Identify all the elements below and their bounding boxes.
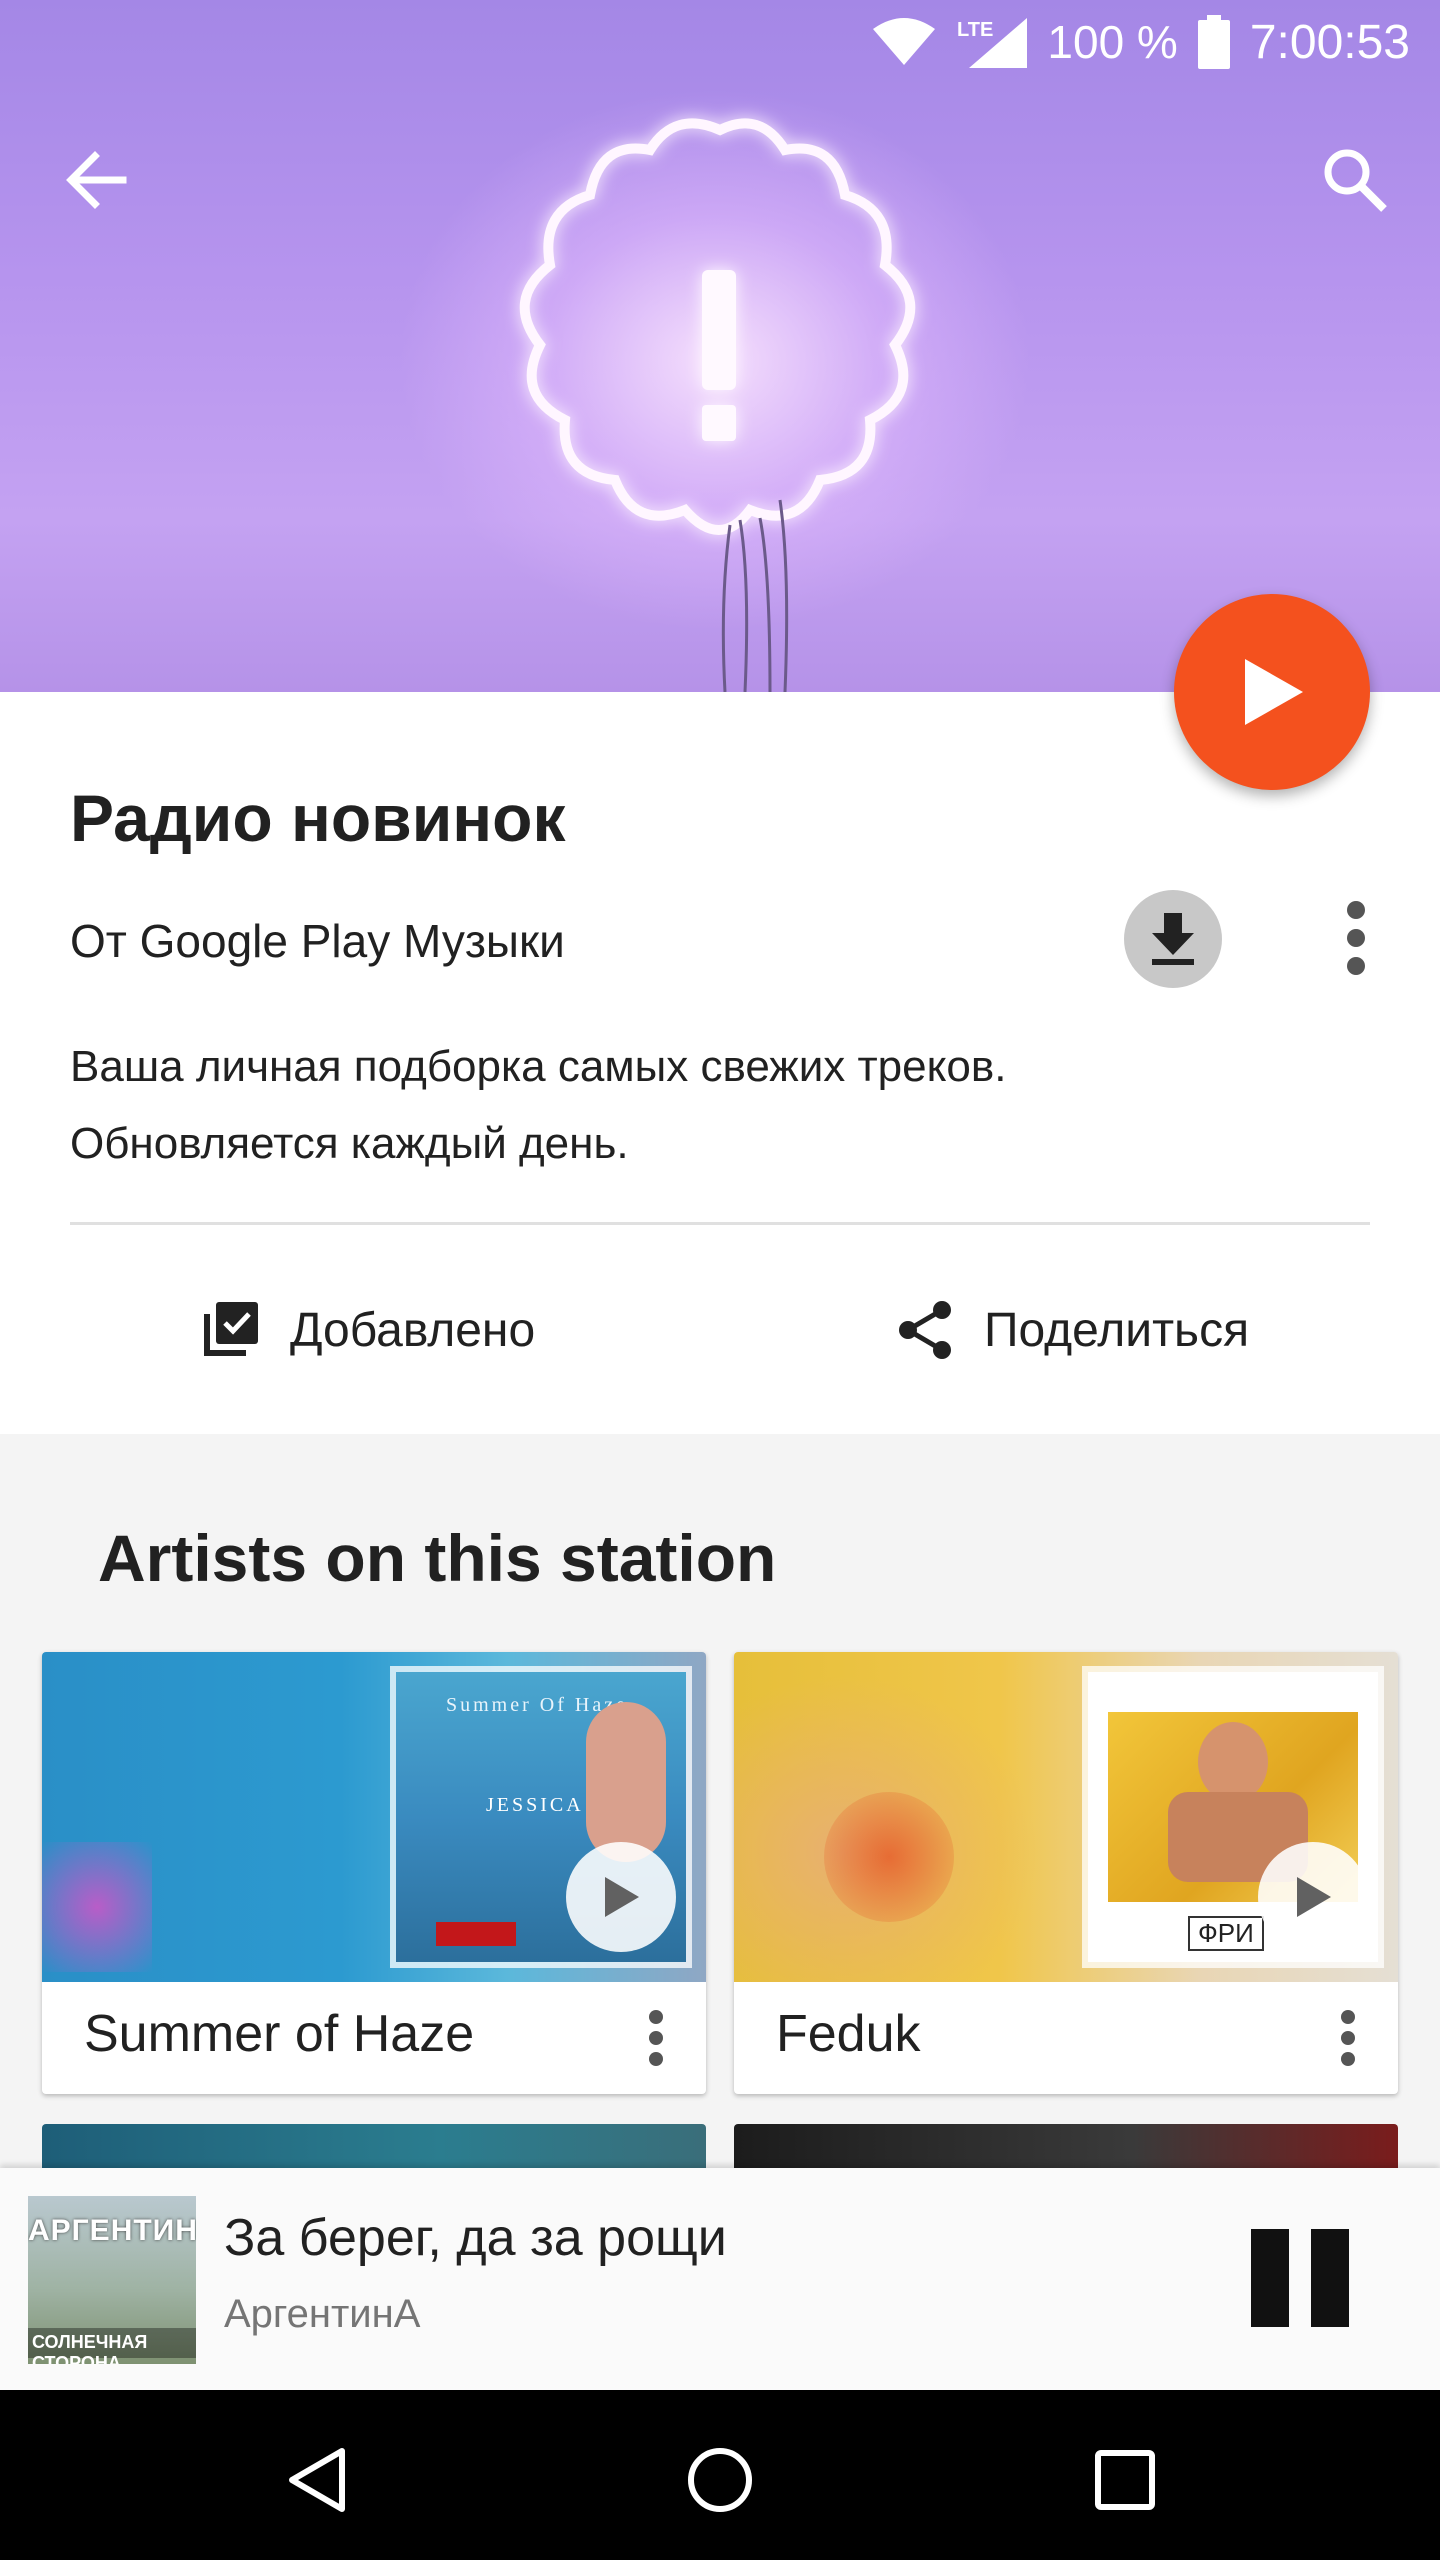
- artist-name: Summer of Haze: [84, 2005, 475, 2063]
- nav-recents-icon: [1095, 2450, 1155, 2510]
- added-to-library-button[interactable]: Добавлено: [200, 1288, 535, 1372]
- share-icon: [899, 1301, 951, 1359]
- play-artist-button[interactable]: [566, 1842, 676, 1952]
- artist-card[interactable]: ФРИ Feduk: [734, 1652, 1398, 2094]
- nav-home-icon: [688, 2448, 752, 2512]
- neon-exclamation-art: [519, 118, 916, 692]
- status-bar: LTE 100 % 7:00:53: [0, 0, 1440, 84]
- wifi-icon: [873, 18, 936, 65]
- nav-back-icon: [289, 2448, 345, 2512]
- search-button[interactable]: [1300, 130, 1410, 230]
- app-root: LTE 100 % 7:00:53 Радио новинок От Googl…: [0, 0, 1440, 2560]
- station-hero-image: LTE 100 % 7:00:53: [0, 0, 1440, 692]
- artist-more-options-button[interactable]: [1318, 2000, 1378, 2076]
- nav-back-button[interactable]: [262, 2425, 372, 2535]
- battery-percent: 100 %: [1047, 16, 1178, 68]
- pause-button[interactable]: [1240, 2218, 1360, 2338]
- station-byline: От Google Play Музыки: [70, 915, 565, 967]
- play-icon: [1297, 1877, 1331, 1917]
- cover-text-bottom: ФРИ: [1188, 1916, 1264, 1951]
- system-navigation-bar: [0, 2390, 1440, 2560]
- arrow-left-icon: [66, 151, 127, 209]
- more-vert-icon: [1341, 2010, 1355, 2066]
- artist-name: Feduk: [776, 2005, 921, 2063]
- nav-recents-button[interactable]: [1070, 2425, 1180, 2535]
- status-clock: 7:00:53: [1249, 15, 1410, 69]
- nav-home-button[interactable]: [665, 2425, 775, 2535]
- now-playing-title: За берег, да за рощи: [224, 2209, 727, 2267]
- artist-card-image: ФРИ: [734, 1652, 1398, 1982]
- artist-card[interactable]: Summer Of Haze JESSICA Summer of Haze: [42, 1652, 706, 2094]
- share-button[interactable]: Поделиться: [896, 1288, 1249, 1372]
- more-vert-icon: [649, 2010, 663, 2066]
- play-artist-button[interactable]: [1258, 1842, 1368, 1952]
- play-station-button[interactable]: [1174, 594, 1370, 790]
- station-title: Радио новинок: [70, 781, 566, 855]
- network-type-label: LTE: [957, 19, 993, 41]
- station-info-panel: Радио новинок От Google Play Музыки Ваша…: [0, 692, 1440, 1434]
- share-label: Поделиться: [984, 1303, 1250, 1357]
- more-vert-icon: [1347, 901, 1365, 975]
- station-description: Ваша личная подборка самых свежих треков…: [70, 1028, 1370, 1182]
- now-playing-artist: АргентинА: [224, 2292, 421, 2336]
- artists-section-title: Artists on this station: [98, 1521, 777, 1595]
- station-more-options-button[interactable]: [1316, 888, 1396, 988]
- download-button[interactable]: [1124, 890, 1222, 988]
- battery-icon: [1197, 15, 1230, 69]
- description-line-2: Обновляется каждый день.: [70, 1119, 629, 1168]
- artist-card-image: Summer Of Haze JESSICA: [42, 1652, 706, 1982]
- back-button[interactable]: [40, 130, 150, 230]
- search-icon: [1324, 149, 1387, 212]
- added-label: Добавлено: [290, 1303, 536, 1357]
- play-icon: [605, 1877, 639, 1917]
- now-playing-cover: АРГЕНТИНА СОЛНЕЧНАЯ СТОРОНА: [28, 2196, 196, 2364]
- play-icon: [1245, 659, 1303, 725]
- library-added-icon: [204, 1302, 258, 1356]
- description-line-1: Ваша личная подборка самых свежих треков…: [70, 1042, 1007, 1091]
- cover-text-top: АРГЕНТИНА: [28, 2214, 196, 2247]
- artist-more-options-button[interactable]: [626, 2000, 686, 2076]
- lte-signal-icon: LTE: [957, 18, 1028, 68]
- pause-icon: [1251, 2229, 1289, 2327]
- cover-text-bottom: СОЛНЕЧНАЯ СТОРОНА: [32, 2332, 148, 2364]
- download-icon: [1152, 913, 1194, 965]
- cover-text-mid: JESSICA: [486, 1794, 584, 1816]
- divider: [70, 1222, 1370, 1225]
- now-playing-bar[interactable]: АРГЕНТИНА СОЛНЕЧНАЯ СТОРОНА За берег, да…: [0, 2168, 1440, 2390]
